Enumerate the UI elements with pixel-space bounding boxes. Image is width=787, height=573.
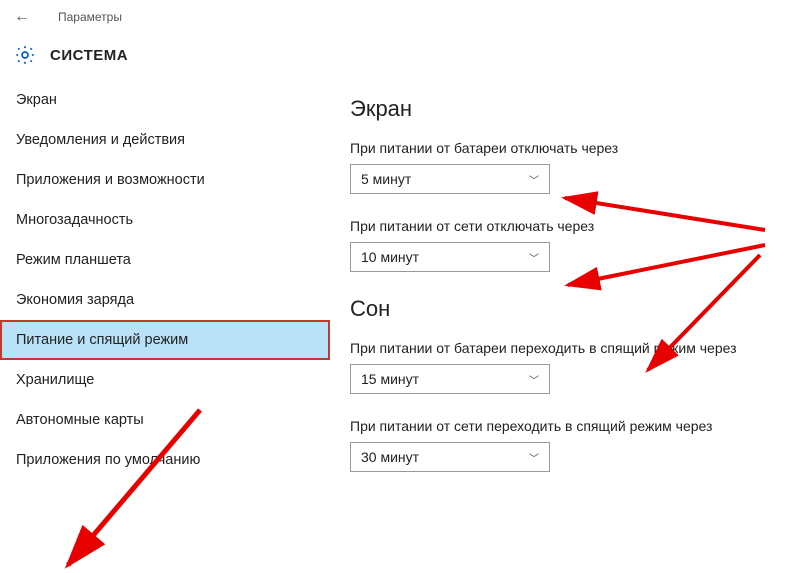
chevron-down-icon: ﹀ bbox=[529, 172, 539, 187]
section-heading-sleep: Сон bbox=[350, 296, 767, 322]
sidebar-item-label: Экономия заряда bbox=[16, 292, 134, 308]
sidebar-item-apps-features[interactable]: Приложения и возможности bbox=[0, 160, 330, 200]
sidebar-item-label: Приложения по умолчанию bbox=[16, 452, 200, 468]
dropdown-value: 15 минут bbox=[361, 371, 419, 387]
sidebar-item-label: Экран bbox=[16, 92, 57, 108]
sidebar-item-notifications[interactable]: Уведомления и действия bbox=[0, 120, 330, 160]
screen-battery-dropdown[interactable]: 5 минут ﹀ bbox=[350, 164, 550, 194]
sleep-battery-label: При питании от батареи переходить в спящ… bbox=[350, 340, 767, 356]
sidebar-item-offline-maps[interactable]: Автономные карты bbox=[0, 400, 330, 440]
titlebar: ← Параметры bbox=[0, 0, 787, 34]
gear-icon bbox=[14, 44, 36, 66]
section-heading-screen: Экран bbox=[350, 96, 767, 122]
dropdown-value: 10 минут bbox=[361, 249, 419, 265]
screen-plugged-dropdown[interactable]: 10 минут ﹀ bbox=[350, 242, 550, 272]
chevron-down-icon: ﹀ bbox=[529, 450, 539, 465]
sidebar-item-battery-saver[interactable]: Экономия заряда bbox=[0, 280, 330, 320]
sleep-battery-dropdown[interactable]: 15 минут ﹀ bbox=[350, 364, 550, 394]
sidebar-item-label: Питание и спящий режим bbox=[16, 332, 188, 348]
sidebar-item-multitasking[interactable]: Многозадачность bbox=[0, 200, 330, 240]
sidebar-item-power-sleep[interactable]: Питание и спящий режим bbox=[0, 320, 330, 360]
screen-battery-label: При питании от батареи отключать через bbox=[350, 140, 767, 156]
sleep-plugged-label: При питании от сети переходить в спящий … bbox=[350, 418, 767, 434]
header: СИСТЕМА bbox=[0, 34, 787, 80]
dropdown-value: 5 минут bbox=[361, 171, 411, 187]
sidebar-item-label: Режим планшета bbox=[16, 252, 131, 268]
screen-plugged-label: При питании от сети отключать через bbox=[350, 218, 767, 234]
sidebar-item-label: Уведомления и действия bbox=[16, 132, 185, 148]
sidebar: Экран Уведомления и действия Приложения … bbox=[0, 80, 330, 496]
sidebar-item-tablet-mode[interactable]: Режим планшета bbox=[0, 240, 330, 280]
page-title: СИСТЕМА bbox=[50, 47, 128, 64]
sidebar-item-screen[interactable]: Экран bbox=[0, 80, 330, 120]
sidebar-item-storage[interactable]: Хранилище bbox=[0, 360, 330, 400]
titlebar-label: Параметры bbox=[58, 10, 122, 24]
sidebar-item-label: Приложения и возможности bbox=[16, 172, 205, 188]
dropdown-value: 30 минут bbox=[361, 449, 419, 465]
main-panel: Экран При питании от батареи отключать ч… bbox=[330, 80, 787, 496]
sidebar-item-label: Автономные карты bbox=[16, 412, 144, 428]
chevron-down-icon: ﹀ bbox=[529, 372, 539, 387]
sleep-plugged-dropdown[interactable]: 30 минут ﹀ bbox=[350, 442, 550, 472]
sidebar-item-label: Многозадачность bbox=[16, 212, 133, 228]
sidebar-item-default-apps[interactable]: Приложения по умолчанию bbox=[0, 440, 330, 480]
sidebar-item-label: Хранилище bbox=[16, 372, 94, 388]
back-arrow-icon[interactable]: ← bbox=[14, 8, 30, 26]
chevron-down-icon: ﹀ bbox=[529, 250, 539, 265]
